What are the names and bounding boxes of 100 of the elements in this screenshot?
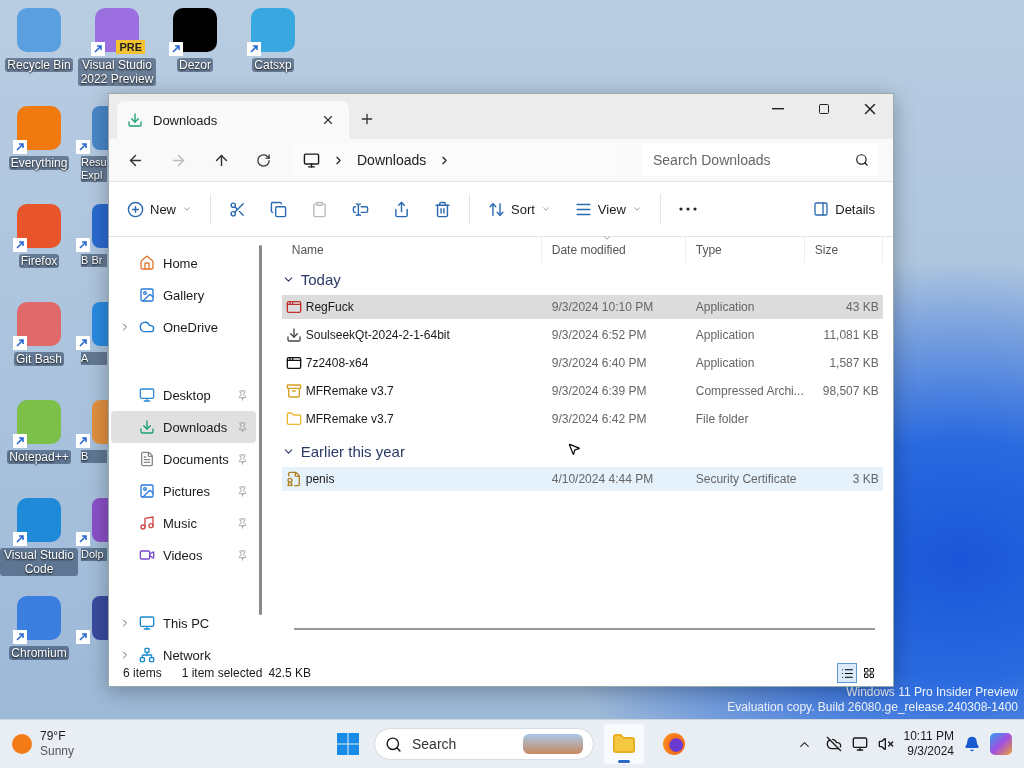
command-label: New xyxy=(150,201,176,217)
tab[interactable]: Downloads xyxy=(117,101,349,139)
view-button[interactable]: View xyxy=(568,196,648,222)
desktop-shortcut[interactable]: Chromium xyxy=(0,594,78,678)
cloud-off-icon[interactable] xyxy=(825,736,842,752)
file-row[interactable]: MFRemake v3.7 9/3/2024 6:39 PM Compressed Archi... 98,507 KB xyxy=(281,379,883,403)
file-row[interactable]: SoulseekQt-2024-2-1-64bit 9/3/2024 6:52 PM Application 11,081 KB xyxy=(281,323,883,347)
sidebar-item[interactable]: Pictures xyxy=(111,475,256,507)
file-row[interactable]: MFRemake v3.7 9/3/2024 6:42 PM File folder xyxy=(281,407,883,431)
more-icon xyxy=(678,207,697,211)
column-title: Type xyxy=(695,243,722,257)
column-header[interactable]: Size xyxy=(804,237,883,263)
desktop-shortcut[interactable]: A xyxy=(78,300,108,384)
desktop-shortcut[interactable]: Dezor xyxy=(156,6,234,90)
command-label: Details xyxy=(835,201,875,217)
item-count: 6 items xyxy=(123,666,162,680)
explorer-taskbar-button[interactable] xyxy=(604,724,644,764)
command-label: View xyxy=(597,201,626,217)
dropdown-chevron-icon xyxy=(182,204,192,214)
list-icon xyxy=(840,666,854,680)
file-row[interactable]: 7z2408-x64 9/3/2024 6:40 PM Application 1,587 KB xyxy=(281,351,883,375)
maximize-icon xyxy=(818,103,830,115)
picture-icon xyxy=(139,287,155,303)
taskbar-search-field[interactable]: Search xyxy=(374,728,594,760)
sort-button[interactable]: Sort xyxy=(482,196,557,222)
sidebar-item[interactable]: Gallery xyxy=(111,279,256,311)
shortcut-arrow-icon xyxy=(247,42,261,56)
desktop-shortcut[interactable]: Git Bash xyxy=(0,300,78,384)
clock-time[interactable]: 10:11 PM xyxy=(903,729,954,744)
size-cell-text: 3 KB xyxy=(851,472,880,486)
group-title: Earlier this year xyxy=(300,442,405,460)
watermark-text: Windows 11 Pro Insider Preview xyxy=(846,685,1018,700)
date-cell-text: 9/3/2024 6:42 PM xyxy=(550,412,648,426)
date-cell-text: 9/3/2024 6:52 PM xyxy=(550,328,648,342)
taskbar-search-input[interactable]: Search xyxy=(410,735,515,753)
details-button[interactable]: Details xyxy=(807,197,881,221)
desktop-shortcut[interactable]: Resu Expl xyxy=(78,104,108,188)
file-row[interactable]: RegFuck 9/3/2024 10:10 PM Application 43 KB xyxy=(281,295,883,319)
dropdown-chevron-icon xyxy=(631,204,642,214)
sidebar-item[interactable]: Downloads xyxy=(111,411,256,443)
desktop-shortcut[interactable]: Firefox xyxy=(0,202,78,286)
weather-widget[interactable]: 79°F Sunny xyxy=(12,729,332,759)
desktop-icon-label: Git Bash xyxy=(14,352,64,366)
new-button[interactable]: New xyxy=(121,196,198,222)
desktop-shortcut[interactable]: Notepad++ xyxy=(0,398,78,482)
file-name: SoulseekQt-2024-2-1-64bit xyxy=(305,328,450,342)
pin-icon xyxy=(236,421,248,433)
details-view-button[interactable] xyxy=(837,663,857,683)
desktop-shortcut[interactable]: Visual Studio Code xyxy=(0,496,78,580)
sidebar-item[interactable]: Desktop xyxy=(111,379,256,411)
desktop-shortcut[interactable]: B xyxy=(78,398,108,482)
pin-icon xyxy=(236,517,248,529)
desktop-icon-label: B xyxy=(81,450,107,463)
notification-bell-icon[interactable] xyxy=(964,736,980,752)
search-input[interactable]: Search Downloads xyxy=(651,151,855,169)
file-name: MFRemake v3.7 xyxy=(305,412,394,426)
mouse-pointer-icon xyxy=(566,442,581,456)
sidebar-item[interactable]: Home xyxy=(111,247,256,279)
monitor-icon[interactable] xyxy=(851,736,868,752)
desktop-icon-label: Catsxp xyxy=(252,58,294,72)
weather-condition: Sunny xyxy=(40,744,75,759)
column-header[interactable]: Name xyxy=(281,237,542,263)
file-row[interactable]: penis 4/10/2024 4:44 PM Security Certificate 3 KB xyxy=(281,467,883,491)
sidebar-label: Documents xyxy=(163,451,229,467)
video-camera-icon xyxy=(139,547,155,563)
sidebar-item[interactable]: Videos xyxy=(111,539,256,571)
desktop-shortcut[interactable]: Recycle Bin xyxy=(0,6,78,90)
group-header[interactable]: Today xyxy=(281,263,883,295)
muted-speaker-icon[interactable] xyxy=(877,736,894,752)
desktop-shortcut[interactable]: PRE Visual Studio 2022 Preview xyxy=(78,6,156,90)
search-field[interactable]: Search Downloads xyxy=(641,144,879,176)
folder-icon xyxy=(612,732,636,756)
size-cell-text: 98,507 KB xyxy=(821,384,880,398)
shortcut-arrow-icon xyxy=(76,238,90,252)
desktop-shortcut[interactable]: B Br xyxy=(78,202,108,286)
breadcrumb[interactable]: Downloads xyxy=(357,152,427,168)
desktop-shortcut[interactable]: Catsxp xyxy=(234,6,312,90)
selection-info: 1 item selected xyxy=(181,666,263,680)
desktop-shortcut[interactable]: Everything xyxy=(0,104,78,188)
shortcut-arrow-icon xyxy=(169,42,183,56)
desktop-shortcut[interactable]: Dolp xyxy=(78,496,108,580)
clock-date[interactable]: 9/3/2024 xyxy=(907,744,954,759)
type-cell-text: Application xyxy=(694,300,756,314)
copilot-icon[interactable] xyxy=(990,733,1012,755)
sidebar-item[interactable]: This PC xyxy=(111,607,256,639)
pin-icon xyxy=(236,485,248,497)
pin-icon xyxy=(236,453,248,465)
column-header[interactable]: Type xyxy=(685,237,805,263)
desktop-icon-label: Resu Expl xyxy=(81,156,107,182)
sidebar-item[interactable]: OneDrive xyxy=(111,311,256,343)
desktop-icon-label: Recycle Bin xyxy=(5,58,73,72)
date-cell-text: 4/10/2024 4:44 PM xyxy=(550,472,655,486)
group-header[interactable]: Earlier this year xyxy=(281,435,883,467)
sidebar-item[interactable]: Music xyxy=(111,507,256,539)
sidebar-item[interactable]: Documents xyxy=(111,443,256,475)
file-name: RegFuck xyxy=(305,300,354,314)
group-title: Today xyxy=(300,270,341,288)
pin-icon xyxy=(236,549,248,561)
column-header[interactable]: Date modified xyxy=(541,237,686,263)
size-cell-text: 43 KB xyxy=(845,300,880,314)
